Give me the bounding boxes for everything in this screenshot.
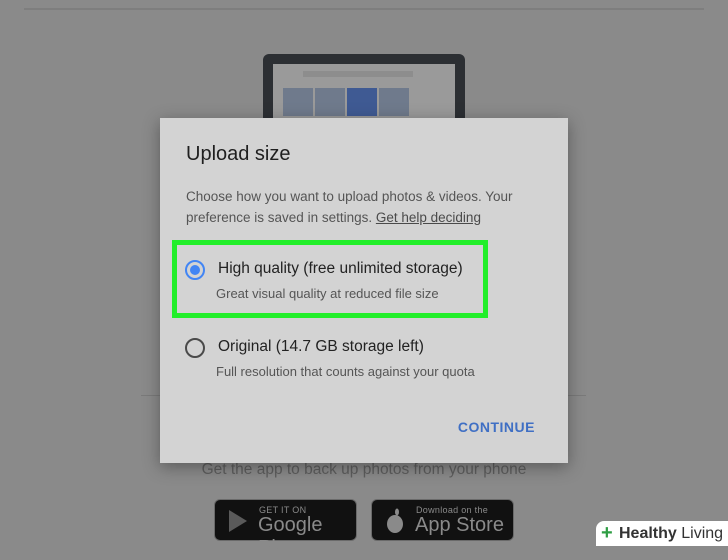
radio-dot [190,265,200,275]
radio-button-selected[interactable] [185,260,205,280]
app-tagline: Get the app to back up photos from your … [201,461,527,478]
continue-button[interactable]: CONTINUE [458,419,535,435]
photo-tile [283,88,313,116]
background-divider [568,395,586,396]
apple-icon [387,508,403,533]
option-label: Original (14.7 GB storage left) [218,338,424,355]
watermark: + Healthy Living [596,521,728,546]
option-high-quality[interactable]: High quality (free unlimited storage) Gr… [170,240,490,301]
plus-icon: + [601,522,613,544]
radio-button[interactable] [185,338,205,358]
app-store-badge[interactable]: Download on the App Store [371,499,514,541]
top-divider [24,8,704,10]
upload-size-dialog: Upload size Choose how you want to uploa… [160,118,568,463]
badge-big-text: App Store [415,514,504,536]
option-sublabel: Great visual quality at reduced file siz… [216,286,439,301]
photo-tile [315,88,345,116]
photo-tile [347,88,377,116]
option-label: High quality (free unlimited storage) [218,260,463,277]
photo-tile [379,88,409,116]
dialog-description: Choose how you want to upload photos & v… [186,186,546,228]
badge-big-text: Google Play [258,514,323,559]
help-link[interactable]: Get help deciding [376,210,481,225]
option-original[interactable]: Original (14.7 GB storage left) Full res… [170,318,490,379]
option-sublabel: Full resolution that counts against your… [216,364,475,379]
google-play-badge[interactable]: GET IT ON Google Play [214,499,357,559]
watermark-text: Healthy Living [619,525,724,542]
background-divider [141,395,161,396]
dialog-title: Upload size [186,143,291,165]
google-play-icon [229,510,247,532]
laptop-search-bar [303,71,413,77]
